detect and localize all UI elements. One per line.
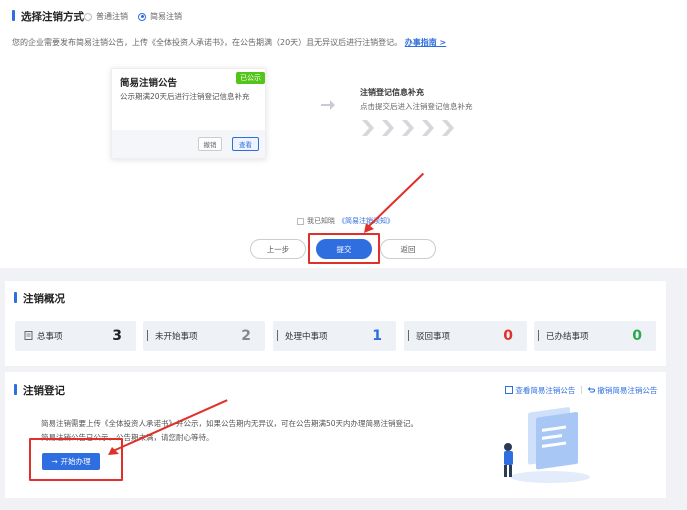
chevron-right-icon [402,120,414,136]
view-notice-link[interactable]: 查看简易注销公告 [505,385,575,396]
cancellation-method-panel: 选择注销方式 普通注销 简易注销 您的企业需要发布简易注销公告，上传《全体投资人… [0,0,687,268]
section-title: 注销概况 [23,293,65,305]
chevron-right-icon [442,120,454,136]
section-title: 注销登记 [23,385,65,397]
stat-not-started[interactable]: 未开始事项 2 [143,321,265,351]
view-icon [505,386,513,394]
stat-rejected[interactable]: 驳回事项 0 [404,321,527,351]
chevron-right-icon [362,120,374,136]
page: 选择注销方式 普通注销 简易注销 您的企业需要发布简易注销公告，上传《全体投资人… [0,0,687,510]
revoke-notice-link[interactable]: 撤销简易注销公告 [587,385,657,396]
arrow-right-icon [321,100,335,110]
stat-label: 驳回事项 [416,332,451,342]
highlight-box [308,233,380,264]
method-description: 您的企业需要发布简易注销公告，上传《全体投资人承诺书》，在公告期满（20天）且无… [12,37,446,48]
section-marker [12,10,15,21]
stat-completed[interactable]: 已办结事项 0 [534,321,656,351]
stat-label: 总事项 [37,332,63,342]
stat-value: 1 [372,328,382,344]
guide-link[interactable]: 办事指南 > [405,38,447,47]
description-text: 您的企业需要发布简易注销公告，上传《全体投资人承诺书》，在公告期满（20天）且无… [12,38,403,47]
stat-value: 3 [112,328,122,344]
stat-value: 0 [632,328,642,344]
section-title: 选择注销方式 [21,11,84,23]
chevron-right-icon [382,120,394,136]
chevron-progress [358,119,456,137]
radio-checked-icon [138,12,146,21]
section-marker [14,292,17,303]
back-button[interactable]: 返回 [380,239,436,259]
arrowhead-icon [108,447,119,455]
agreement-checkbox[interactable] [297,217,304,225]
radio-label: 简易注销 [150,12,182,21]
agreement-text: 我已知晓 [307,217,335,225]
arrowhead-icon [364,223,374,233]
revoke-notice-button[interactable]: 撤销 [198,137,222,151]
radio-unchecked-icon [84,12,92,21]
document-icon [24,331,33,340]
notice-title: 简易注销公告 [120,78,178,89]
divider [147,330,148,341]
radio-label: 普通注销 [96,12,128,21]
stat-label: 已办结事项 [546,332,589,342]
stat-label: 处理中事项 [285,332,328,342]
divider [277,330,278,341]
stat-value: 2 [241,328,251,344]
radio-normal-cancellation[interactable]: 普通注销 [84,11,128,22]
registration-info: 简易注销需要上传《全体投资人承诺书》并公示，如果公告期内无异议，可在公告期满50… [41,419,419,428]
notice-step-card: 简易注销公告 已公示 公示期满20天后进行注销登记信息补充 撤销 查看 [111,68,266,159]
overview-panel: 注销概况 总事项 3 未开始事项 2 处理中事项 1 驳回事项 0 已办结事项 … [5,281,666,366]
stat-label: 未开始事项 [155,332,198,342]
stat-total[interactable]: 总事项 3 [15,321,136,351]
view-notice-button[interactable]: 查看 [232,137,259,151]
link-text: 查看简易注销公告 [515,386,576,395]
stat-value: 0 [503,328,513,344]
next-step-title: 注销登记信息补充 [360,88,424,97]
undo-icon [587,387,595,393]
status-badge: 已公示 [236,72,265,84]
document-illustration [504,407,590,483]
radio-simple-cancellation[interactable]: 简易注销 [138,11,182,22]
section-marker [14,384,17,395]
agreement-row: 我已知晓 《简易注销须知》 [297,216,394,226]
link-text: 撤销简易注销公告 [597,386,658,395]
next-step-subtitle: 点击提交后进入注销登记信息补充 [360,102,473,111]
stat-in-progress[interactable]: 处理中事项 1 [273,321,396,351]
divider [538,330,539,341]
notice-subtitle: 公示期满20天后进行注销登记信息补充 [120,92,250,101]
notice-card-footer: 撤销 查看 [112,130,265,158]
link-divider: | [580,385,583,394]
divider [408,330,409,341]
chevron-right-icon [422,120,434,136]
prev-step-button[interactable]: 上一步 [250,239,306,259]
